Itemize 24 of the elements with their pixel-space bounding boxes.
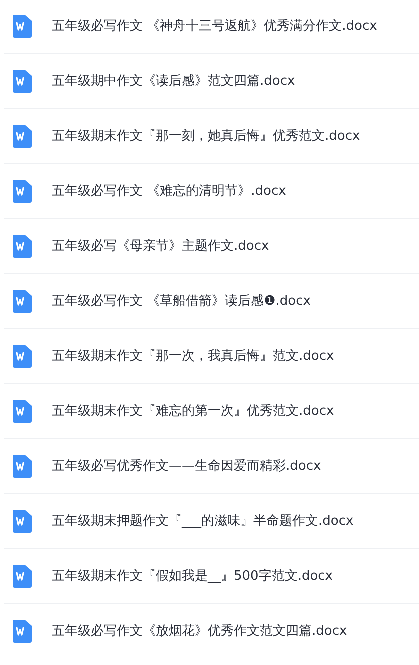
word-document-icon [12, 180, 32, 202]
word-document-icon [12, 564, 32, 588]
file-name[interactable]: 五年级必写优秀作文——生命因爱而精彩.docx [52, 457, 322, 475]
file-name[interactable]: 五年级期末作文『难忘的第一次』优秀范文.docx [52, 402, 334, 420]
word-document-icon [12, 290, 32, 312]
word-document-icon [12, 344, 32, 368]
word-document-icon [12, 124, 32, 148]
word-document-icon [12, 510, 32, 532]
word-document-icon [12, 620, 32, 642]
file-name[interactable]: 五年级期末作文『假如我是__』500字范文.docx [52, 567, 333, 585]
file-name[interactable]: 五年级必写《母亲节》主题作文.docx [52, 237, 270, 255]
word-document-icon [12, 454, 32, 478]
word-document-icon [12, 400, 32, 422]
file-name[interactable]: 五年级期末押题作文『___的滋味』半命题作文.docx [52, 512, 354, 530]
file-name[interactable]: 五年级期末作文『那一刻，她真后悔』优秀范文.docx [52, 127, 360, 145]
word-document-icon [12, 234, 32, 258]
file-name[interactable]: 五年级期中作文《读后感》范文四篇.docx [52, 72, 296, 90]
file-name[interactable]: 五年级期末作文『那一次，我真后悔』范文.docx [52, 347, 334, 365]
word-document-icon [12, 70, 32, 92]
file-name[interactable]: 五年级必写作文 《难忘的清明节》.docx [52, 182, 286, 200]
word-document-icon [12, 14, 32, 38]
file-name[interactable]: 五年级必写作文《放烟花》优秀作文范文四篇.docx [52, 622, 348, 640]
file-name[interactable]: 五年级必写作文 《草船借箭》读后感❶.docx [52, 292, 311, 310]
file-name[interactable]: 五年级必写作文 《神舟十三号返航》优秀满分作文.docx [52, 17, 378, 35]
